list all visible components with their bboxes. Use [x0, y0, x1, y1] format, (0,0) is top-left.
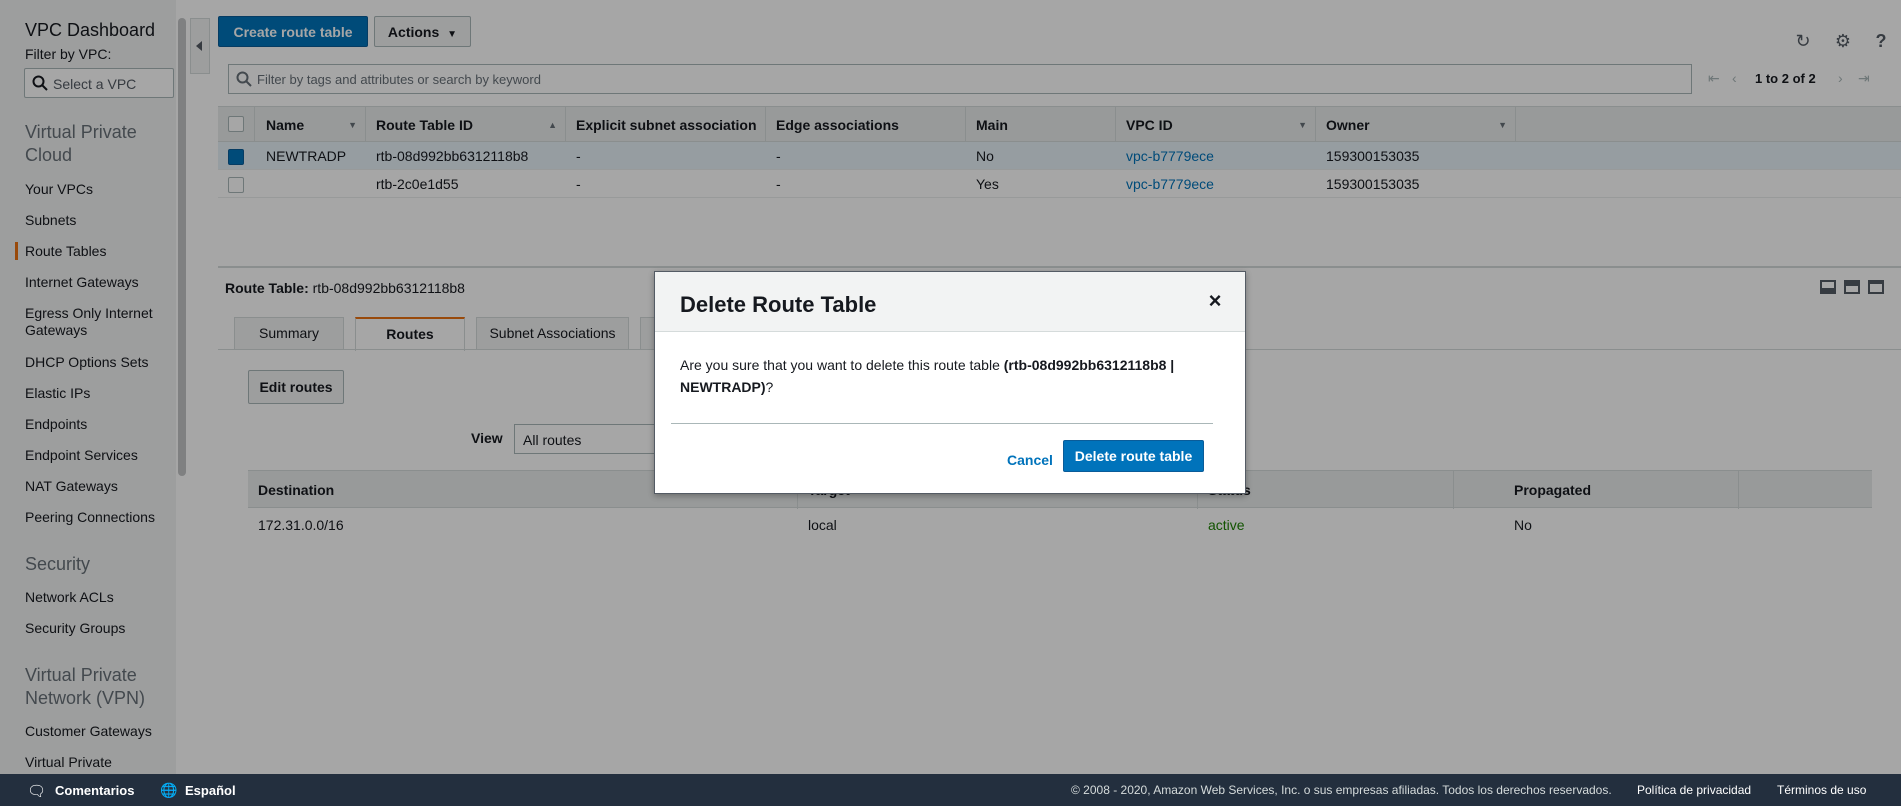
globe-icon: 🌐: [160, 782, 178, 798]
close-icon[interactable]: ×: [1203, 289, 1227, 313]
dialog-header: Delete Route Table ×: [655, 272, 1245, 332]
delete-route-table-dialog: Delete Route Table × Are you sure that y…: [654, 271, 1246, 494]
feedback-icon: 🗨: [27, 783, 47, 800]
terms-link[interactable]: Términos de uso: [1777, 783, 1866, 797]
dialog-message: Are you sure that you want to delete thi…: [680, 354, 1200, 398]
copyright-text: © 2008 - 2020, Amazon Web Services, Inc.…: [1071, 783, 1612, 797]
delete-route-table-button[interactable]: Delete route table: [1063, 440, 1204, 472]
dialog-divider: [671, 423, 1213, 424]
feedback-link[interactable]: Comentarios: [55, 783, 134, 798]
language-selector[interactable]: Español: [185, 783, 236, 798]
dialog-title: Delete Route Table: [680, 292, 877, 317]
privacy-link[interactable]: Política de privacidad: [1637, 783, 1751, 797]
cancel-button[interactable]: Cancel: [1007, 452, 1053, 468]
footer: 🗨 Comentarios 🌐 Español © 2008 - 2020, A…: [0, 774, 1901, 806]
dialog-message-suffix: ?: [765, 379, 774, 395]
dialog-message-prefix: Are you sure that you want to delete thi…: [680, 357, 1000, 373]
